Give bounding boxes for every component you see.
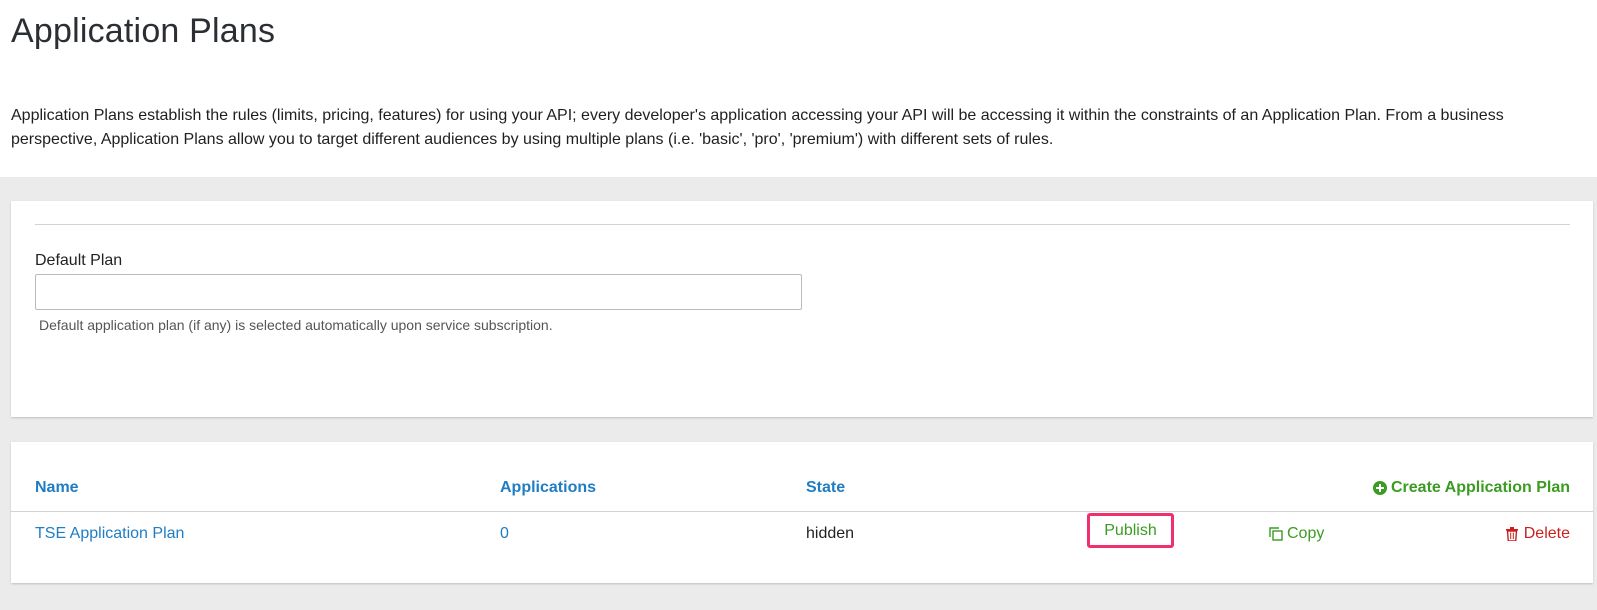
plan-applications-link[interactable]: 0 <box>500 525 509 543</box>
default-plan-field[interactable] <box>35 274 802 310</box>
plans-table: Name Applications State Create Applicati… <box>11 442 1593 583</box>
plan-state: hidden <box>806 525 855 542</box>
column-header-applications[interactable]: Applications <box>500 479 596 497</box>
column-header-name[interactable]: Name <box>35 479 79 497</box>
delete-label: Delete <box>1523 525 1570 542</box>
plan-name-link[interactable]: TSE Application Plan <box>35 525 184 543</box>
copy-icon <box>1269 527 1283 541</box>
trash-icon <box>1505 527 1518 541</box>
default-plan-help: Default application plan (if any) is sel… <box>39 317 553 333</box>
page-header: Application Plans Application Plans esta… <box>0 0 1597 177</box>
copy-label: Copy <box>1287 525 1325 542</box>
default-plan-label: Default Plan <box>35 252 123 269</box>
plus-circle-icon <box>1373 481 1387 495</box>
page-description: Application Plans establish the rules (l… <box>11 107 1504 148</box>
publish-button[interactable]: Publish <box>1087 513 1174 548</box>
delete-button[interactable]: Delete <box>1505 525 1570 543</box>
table-divider <box>11 511 1593 512</box>
publish-label: Publish <box>1104 521 1157 539</box>
create-application-plan-label: Create Application Plan <box>1391 479 1570 496</box>
copy-button[interactable]: Copy <box>1269 525 1324 543</box>
default-plan-card: Default Plan Default application plan (i… <box>11 201 1593 417</box>
page-title: Application Plans <box>11 12 276 50</box>
column-header-state[interactable]: State <box>806 479 845 497</box>
create-application-plan-button[interactable]: Create Application Plan <box>1373 479 1570 497</box>
divider <box>35 224 1570 225</box>
